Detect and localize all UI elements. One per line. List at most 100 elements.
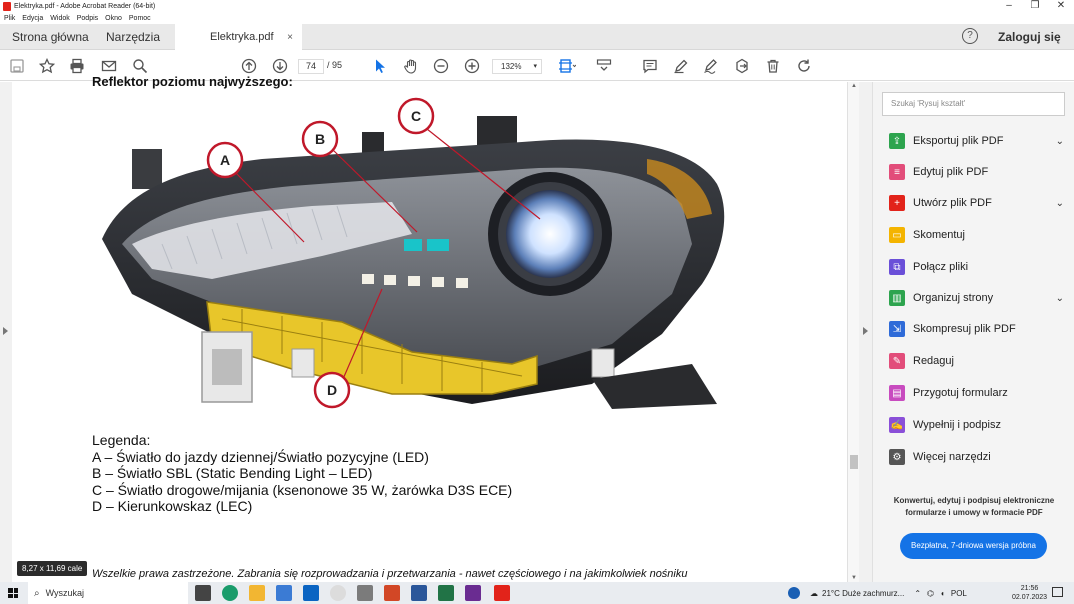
chrome-icon[interactable]: [330, 585, 346, 601]
chevron-down-icon[interactable]: ⌄: [1056, 198, 1064, 209]
left-panel-toggle[interactable]: [0, 82, 12, 582]
redact-icon: ✎: [889, 353, 905, 369]
scrollbar-thumb[interactable]: [850, 455, 858, 469]
notifications-icon[interactable]: [1052, 587, 1063, 597]
page-size-tooltip: 8,27 x 11,69 cale: [17, 561, 88, 576]
document-viewer[interactable]: Reflektor poziomu najwyższego: A B C D L…: [0, 74, 872, 582]
delete-icon[interactable]: [764, 57, 782, 75]
scroll-down-icon[interactable]: ▼: [851, 575, 857, 581]
login-button[interactable]: Zaloguj się: [998, 30, 1061, 44]
vertical-scrollbar[interactable]: ▲ ▼: [847, 82, 859, 582]
restore-button[interactable]: ❐: [1022, 0, 1048, 12]
menu-help[interactable]: Pomoc: [129, 15, 151, 22]
edit-pdf-icon: ≡: [889, 164, 905, 180]
tab-home[interactable]: Strona główna: [0, 30, 95, 44]
tool-fill-sign[interactable]: ✍ Wypełnij i podpisz: [889, 415, 1064, 435]
zoom-select[interactable]: 132% ▾: [492, 59, 542, 74]
tool-organize-pages[interactable]: ▥ Organizuj strony ⌄: [889, 288, 1064, 308]
callout-c: C: [411, 108, 421, 124]
acrobat-taskbar-icon[interactable]: [494, 585, 510, 601]
weather-text[interactable]: 21°C Duże zachmurz...: [822, 589, 904, 598]
page-total: / 95: [327, 60, 343, 70]
hand-tool-icon[interactable]: [402, 57, 420, 75]
print-icon[interactable]: [68, 57, 86, 75]
task-view-icon[interactable]: [195, 585, 211, 601]
zoom-in-icon[interactable]: [463, 57, 481, 75]
tab-close-icon[interactable]: ×: [287, 32, 293, 43]
combine-files-icon: ⧉: [889, 259, 905, 275]
powerpoint-icon[interactable]: [384, 585, 400, 601]
store-icon[interactable]: [276, 585, 292, 601]
search-icon[interactable]: [131, 57, 149, 75]
zoom-out-icon[interactable]: [432, 57, 450, 75]
volume-icon[interactable]: ◖: [940, 589, 945, 598]
word-icon[interactable]: [411, 585, 427, 601]
tool-label: Wypełnij i podpisz: [913, 419, 1001, 431]
help-tray-icon[interactable]: [788, 587, 800, 599]
app-icon[interactable]: [357, 585, 373, 601]
tool-edit-pdf[interactable]: ≡ Edytuj plik PDF: [889, 162, 1064, 182]
rotate-icon[interactable]: [795, 57, 813, 75]
tool-redact[interactable]: ✎ Redaguj: [889, 351, 1064, 371]
tool-comment[interactable]: ▭ Skomentuj: [889, 225, 1064, 245]
tool-create-pdf[interactable]: + Utwórz plik PDF ⌄: [889, 193, 1064, 213]
legend-item-c: C – Światło drogowe/mijania (ksenonowe 3…: [92, 481, 513, 498]
tool-label: Połącz pliki: [913, 261, 969, 273]
select-cursor-icon[interactable]: [371, 57, 389, 75]
sign-icon[interactable]: [702, 57, 720, 75]
highlight-pen-icon[interactable]: [672, 57, 690, 75]
more-tools-icon: ⚙: [889, 449, 905, 465]
tab-document[interactable]: Elektryka.pdf ×: [175, 24, 302, 50]
menu-sign[interactable]: Podpis: [77, 15, 98, 22]
excel-icon[interactable]: [438, 585, 454, 601]
file-explorer-icon[interactable]: [249, 585, 265, 601]
onenote-icon[interactable]: [465, 585, 481, 601]
help-icon[interactable]: ?: [962, 28, 978, 44]
close-window-button[interactable]: ✕: [1048, 0, 1074, 12]
scroll-up-icon[interactable]: ▲: [851, 83, 857, 89]
menu-edit[interactable]: Edycja: [22, 15, 43, 22]
tool-label: Więcej narzędzi: [913, 451, 991, 463]
network-icon[interactable]: ⌬: [927, 589, 934, 598]
page-fit-icon[interactable]: [558, 57, 576, 75]
taskbar-search[interactable]: ⌕ Wyszukaj: [28, 582, 188, 604]
tool-label: Skomentuj: [913, 229, 965, 241]
save-icon[interactable]: [8, 57, 26, 75]
tool-label: Przygotuj formularz: [913, 387, 1008, 399]
tool-more-tools[interactable]: ⚙ Więcej narzędzi: [889, 447, 1064, 467]
email-icon[interactable]: [100, 57, 118, 75]
tab-tools[interactable]: Narzędzia: [95, 30, 175, 44]
window-controls: – ❐ ✕: [996, 0, 1074, 12]
start-button[interactable]: [0, 582, 26, 604]
expand-left-icon: [3, 327, 8, 335]
menu-file[interactable]: Plik: [4, 15, 15, 22]
menu-window[interactable]: Okno: [105, 15, 122, 22]
edge-browser-icon[interactable]: [222, 585, 238, 601]
free-trial-button[interactable]: Bezpłatna, 7-dniowa wersja próbna: [900, 533, 1047, 559]
chevron-down-icon[interactable]: ⌄: [1056, 293, 1064, 304]
right-panel-toggle[interactable]: [859, 82, 872, 582]
minimize-button[interactable]: –: [996, 0, 1022, 12]
scroll-mode-icon[interactable]: [595, 57, 613, 75]
callout-a: A: [220, 152, 230, 168]
clock[interactable]: 21:56 02.07.2023: [1012, 584, 1047, 602]
prepare-form-icon: ▤: [889, 385, 905, 401]
previous-page-icon[interactable]: [240, 57, 258, 75]
tool-prepare-form[interactable]: ▤ Przygotuj formularz: [889, 383, 1064, 403]
bookmark-star-icon[interactable]: [38, 57, 56, 75]
tools-search-input[interactable]: Szukaj 'Rysuj kształt': [882, 92, 1065, 116]
clock-date: 02.07.2023: [1012, 594, 1048, 601]
language-indicator[interactable]: POL: [951, 589, 967, 598]
chevron-down-icon[interactable]: ⌄: [1056, 136, 1064, 147]
tool-label: Redaguj: [913, 355, 954, 367]
menu-view[interactable]: Widok: [50, 15, 69, 22]
tool-compress-pdf[interactable]: ⇲ Skompresuj plik PDF: [889, 319, 1064, 339]
next-page-icon[interactable]: [271, 57, 289, 75]
tool-export-pdf[interactable]: ⇪ Eksportuj plik PDF ⌄: [889, 131, 1064, 151]
share-icon[interactable]: [733, 57, 751, 75]
outlook-icon[interactable]: [303, 585, 319, 601]
page-number-input[interactable]: 74: [298, 59, 324, 74]
tray-chevron-icon[interactable]: ⌃: [914, 589, 921, 598]
comment-icon[interactable]: [641, 57, 659, 75]
tool-combine-files[interactable]: ⧉ Połącz pliki: [889, 257, 1064, 277]
